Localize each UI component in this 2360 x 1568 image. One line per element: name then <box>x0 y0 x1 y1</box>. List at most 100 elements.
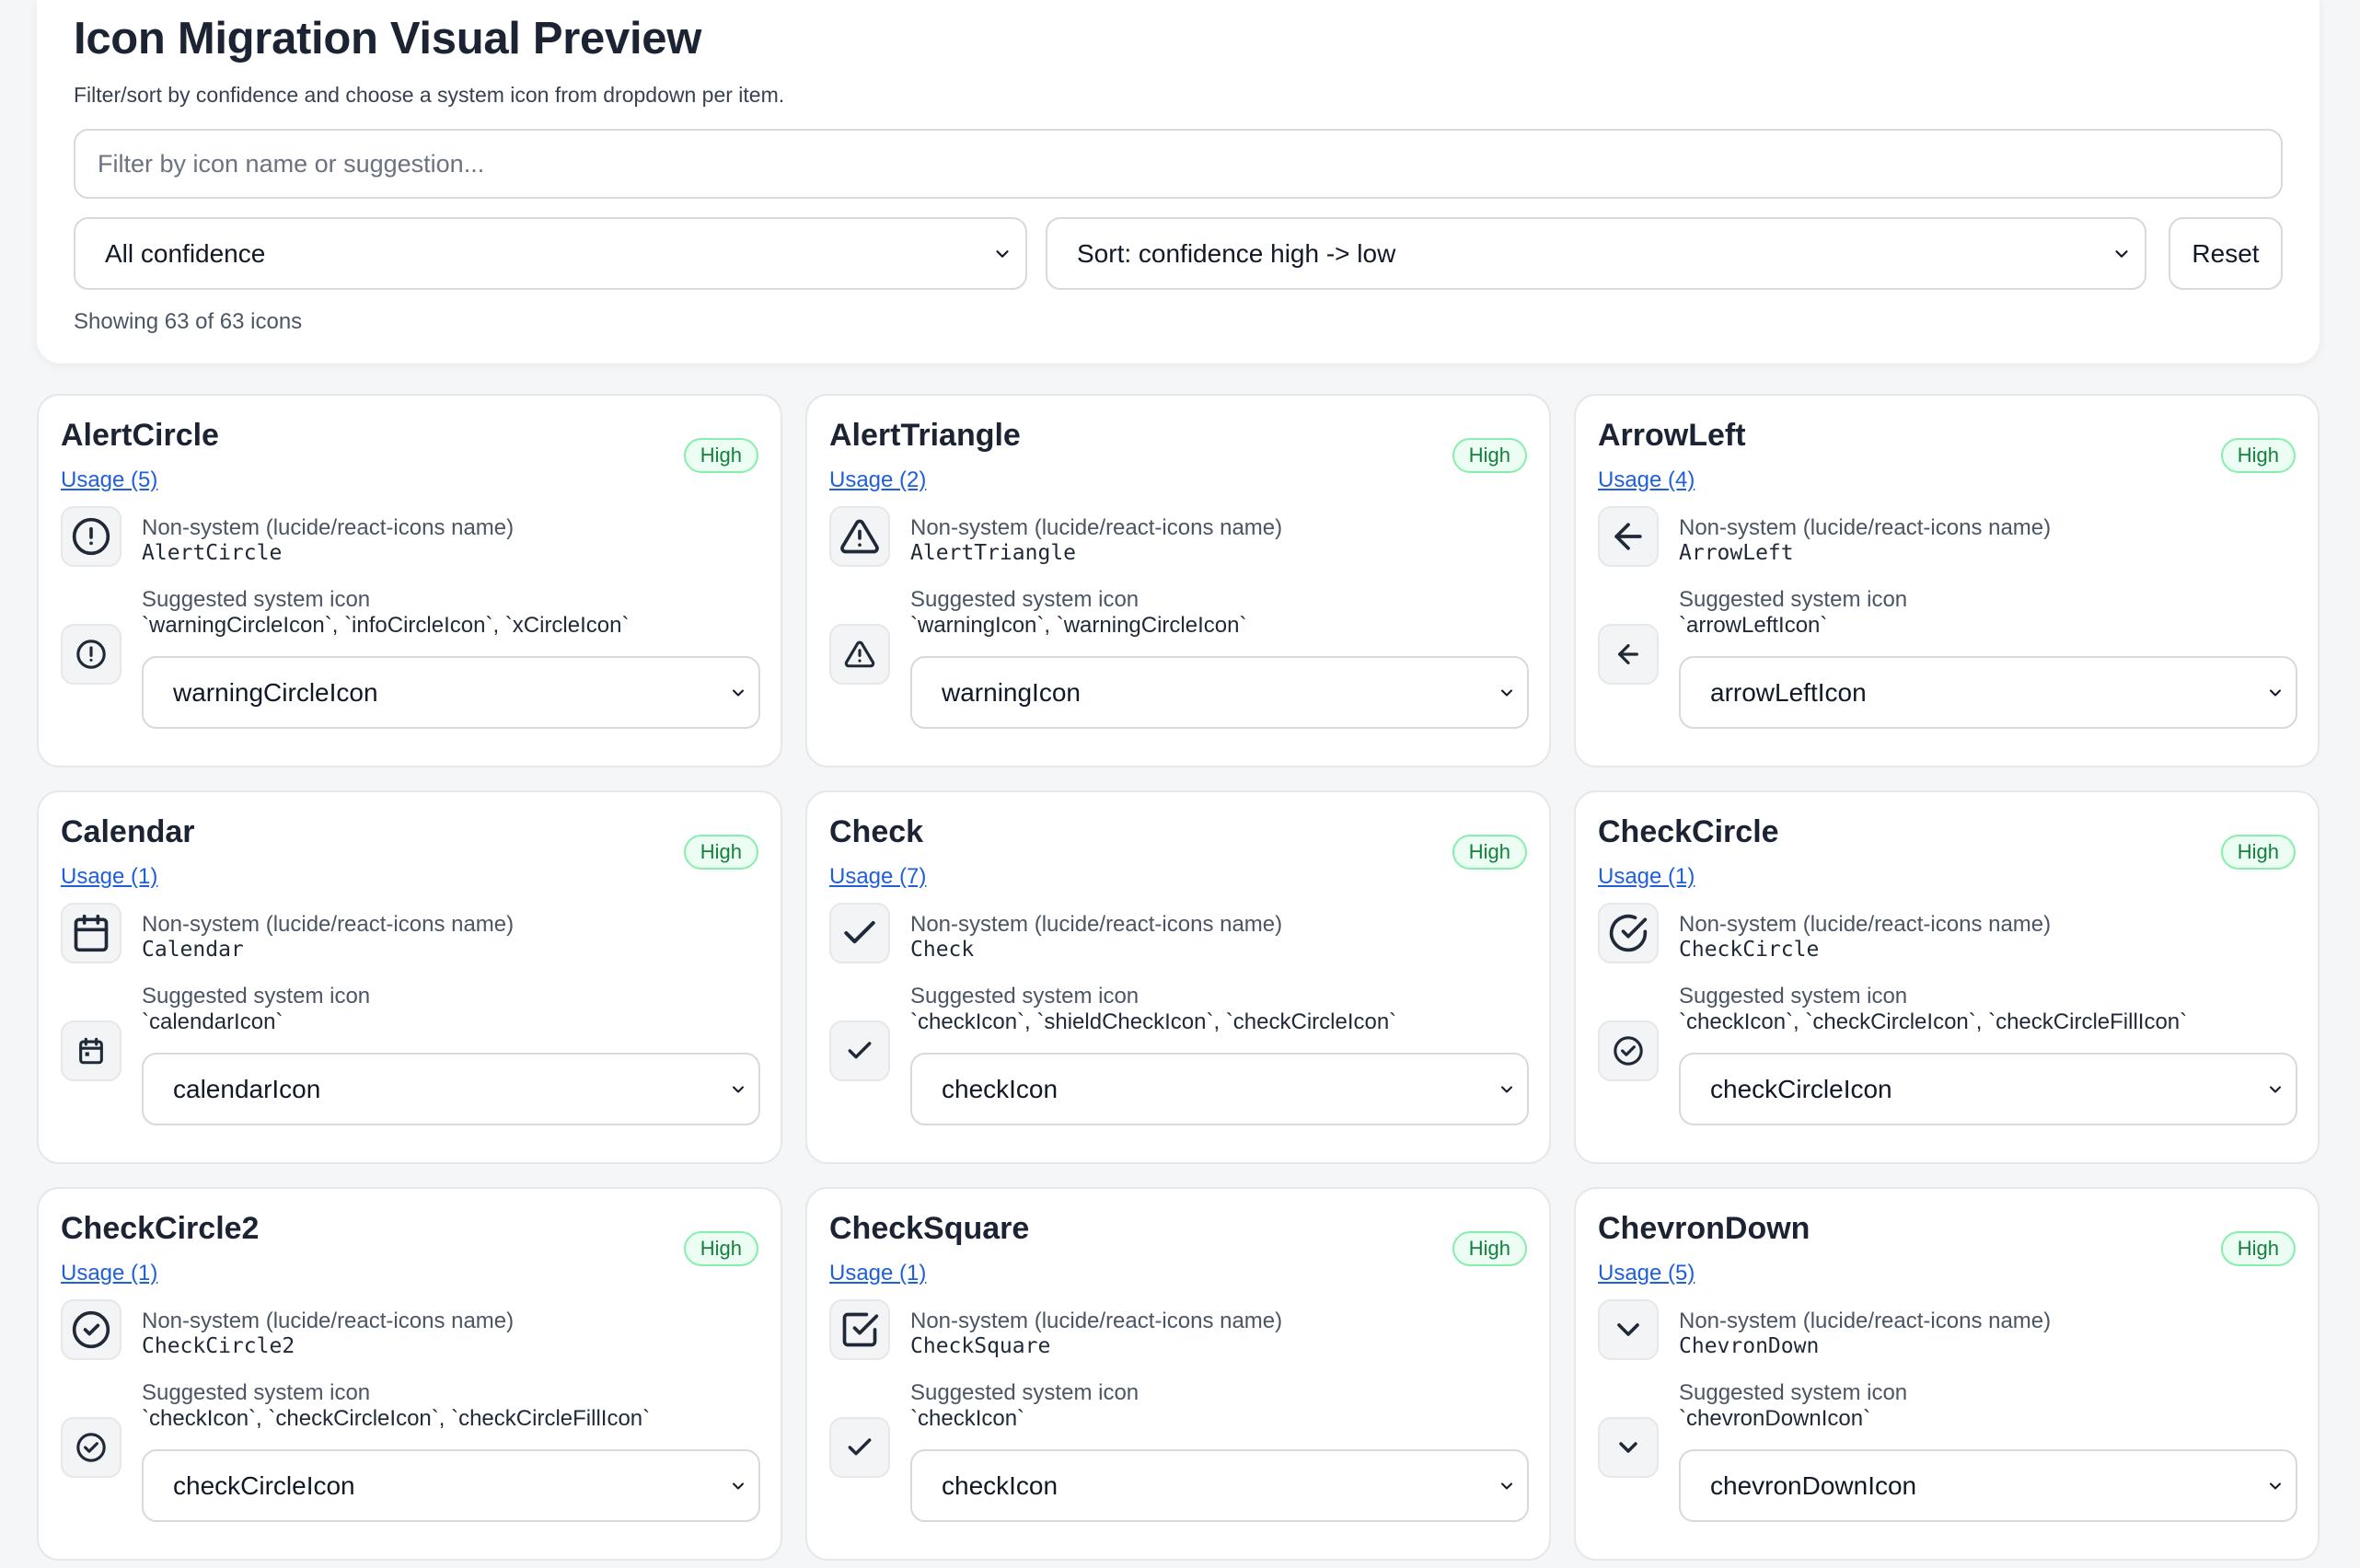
chevron-down-icon <box>996 249 1009 258</box>
page-subtitle: Filter/sort by confidence and choose a s… <box>74 83 785 107</box>
icon-card-alertcircle: AlertCircle Usage (5) High Non-system (l… <box>37 394 782 767</box>
card-title: Calendar <box>61 814 195 849</box>
card-title: CheckCircle <box>1598 814 1779 849</box>
nonsystem-name: AlertTriangle <box>910 541 1077 565</box>
nonsystem-icon-preview <box>829 506 890 567</box>
check-icon <box>848 1042 872 1059</box>
nonsystem-name: CheckCircle <box>1679 938 1820 962</box>
system-icon-select[interactable]: checkIcon <box>910 1449 1529 1522</box>
usage-link[interactable]: Usage (4) <box>1598 467 1695 493</box>
page-title: Icon Migration Visual Preview <box>74 14 702 63</box>
nonsystem-icon-preview <box>61 1299 121 1360</box>
suggestion-list: `checkIcon`, `checkCircleIcon`, `checkCi… <box>1679 1009 2188 1034</box>
nonsystem-name: ArrowLeft <box>1679 541 1794 565</box>
chevron-down-icon <box>1501 1482 1512 1489</box>
calendar-icon <box>79 1037 103 1065</box>
usage-link[interactable]: Usage (5) <box>1598 1261 1695 1286</box>
check-square-icon <box>842 1312 879 1347</box>
nonsystem-label: Non-system (lucide/react-icons name) <box>910 912 1283 937</box>
chevron-down-icon <box>2270 1086 2281 1092</box>
confidence-badge: High <box>2220 438 2296 473</box>
chevron-down-icon <box>1617 1323 1639 1336</box>
system-icon-preview <box>829 624 890 685</box>
suggestion-list: `warningCircleIcon`, `infoCircleIcon`, `… <box>142 613 630 638</box>
system-icon-select[interactable]: warningIcon <box>910 656 1529 729</box>
suggestion-list: `checkIcon` <box>910 1406 1025 1431</box>
suggestion-list: `checkIcon`, `shieldCheckIcon`, `checkCi… <box>910 1009 1397 1034</box>
confidence-badge: High <box>683 438 758 473</box>
chevron-down-icon <box>733 1482 744 1489</box>
calendar-icon <box>74 914 109 952</box>
suggested-label: Suggested system icon <box>142 1380 371 1405</box>
icon-card-calendar: Calendar Usage (1) High Non-system (luci… <box>37 790 782 1164</box>
selected-icon-value: checkCircleIcon <box>173 1470 355 1500</box>
system-icon-select[interactable]: chevronDownIcon <box>1679 1449 2297 1522</box>
nonsystem-label: Non-system (lucide/react-icons name) <box>142 912 515 937</box>
system-icon-preview <box>61 624 121 685</box>
icon-card-chevrondown: ChevronDown Usage (5) High Non-system (l… <box>1574 1187 2320 1561</box>
chevron-down-icon <box>2115 249 2128 258</box>
usage-link[interactable]: Usage (1) <box>1598 864 1695 890</box>
system-icon-select[interactable]: checkIcon <box>910 1053 1529 1125</box>
nonsystem-icon-preview <box>829 903 890 963</box>
system-icon-select[interactable]: calendarIcon <box>142 1053 760 1125</box>
usage-link[interactable]: Usage (5) <box>61 467 157 493</box>
system-icon-preview <box>1598 624 1659 685</box>
system-icon-preview <box>829 1020 890 1081</box>
selected-icon-value: warningCircleIcon <box>173 677 378 707</box>
system-icon-preview <box>829 1417 890 1478</box>
suggestion-list: `warningIcon`, `warningCircleIcon` <box>910 613 1247 638</box>
confidence-select[interactable]: All confidence <box>74 217 1027 290</box>
nonsystem-label: Non-system (lucide/react-icons name) <box>1679 912 2052 937</box>
usage-link[interactable]: Usage (2) <box>829 467 926 493</box>
confidence-badge: High <box>2220 1231 2296 1266</box>
system-icon-select[interactable]: checkCircleIcon <box>142 1449 760 1522</box>
nonsystem-name: ChevronDown <box>1679 1334 1820 1358</box>
chevron-down-icon <box>1501 1086 1512 1092</box>
nonsystem-label: Non-system (lucide/react-icons name) <box>1679 515 2052 540</box>
confidence-badge: High <box>2220 835 2296 870</box>
suggested-label: Suggested system icon <box>142 984 371 1009</box>
system-icon-select[interactable]: checkCircleIcon <box>1679 1053 2297 1125</box>
confidence-badge: High <box>683 1231 758 1266</box>
nonsystem-name: CheckSquare <box>910 1334 1051 1358</box>
nonsystem-name: AlertCircle <box>142 541 283 565</box>
confidence-badge: High <box>683 835 758 870</box>
confidence-select-value: All confidence <box>105 238 266 268</box>
selected-icon-value: checkIcon <box>942 1470 1059 1500</box>
nonsystem-label: Non-system (lucide/react-icons name) <box>142 1309 515 1333</box>
system-icon-select[interactable]: warningCircleIcon <box>142 656 760 729</box>
chevron-down-icon <box>733 689 744 696</box>
usage-link[interactable]: Usage (1) <box>61 1261 157 1286</box>
nonsystem-icon-preview <box>1598 506 1659 567</box>
warning-icon <box>844 640 875 668</box>
suggestion-list: `arrowLeftIcon` <box>1679 613 1828 638</box>
confidence-badge: High <box>1452 835 1527 870</box>
check-circle-icon <box>76 1433 106 1462</box>
suggested-label: Suggested system icon <box>910 587 1140 612</box>
arrow-left-icon <box>1618 644 1638 664</box>
sort-select[interactable]: Sort: confidence high -> low <box>1046 217 2146 290</box>
reset-button[interactable]: Reset <box>2169 217 2283 290</box>
selected-icon-value: checkCircleIcon <box>1710 1074 1892 1103</box>
usage-link[interactable]: Usage (1) <box>829 1261 926 1286</box>
chevron-down-icon <box>2270 689 2281 696</box>
selected-icon-value: checkIcon <box>942 1074 1059 1103</box>
usage-link[interactable]: Usage (1) <box>61 864 157 890</box>
nonsystem-icon-preview <box>61 506 121 567</box>
card-title: ChevronDown <box>1598 1211 1810 1246</box>
usage-link[interactable]: Usage (7) <box>829 864 926 890</box>
sort-select-value: Sort: confidence high -> low <box>1077 238 1396 268</box>
nonsystem-label: Non-system (lucide/react-icons name) <box>142 515 515 540</box>
nonsystem-icon-preview <box>829 1299 890 1360</box>
chevron-down-icon <box>2270 1482 2281 1489</box>
chevron-down-icon <box>1501 689 1512 696</box>
nonsystem-icon-preview <box>61 903 121 963</box>
filter-input[interactable] <box>74 129 2283 199</box>
selected-icon-value: chevronDownIcon <box>1710 1470 1917 1500</box>
check-circle-icon <box>1609 914 1648 952</box>
chevron-down-icon <box>733 1086 744 1092</box>
nonsystem-label: Non-system (lucide/react-icons name) <box>910 515 1283 540</box>
system-icon-select[interactable]: arrowLeftIcon <box>1679 656 2297 729</box>
system-icon-preview <box>61 1417 121 1478</box>
